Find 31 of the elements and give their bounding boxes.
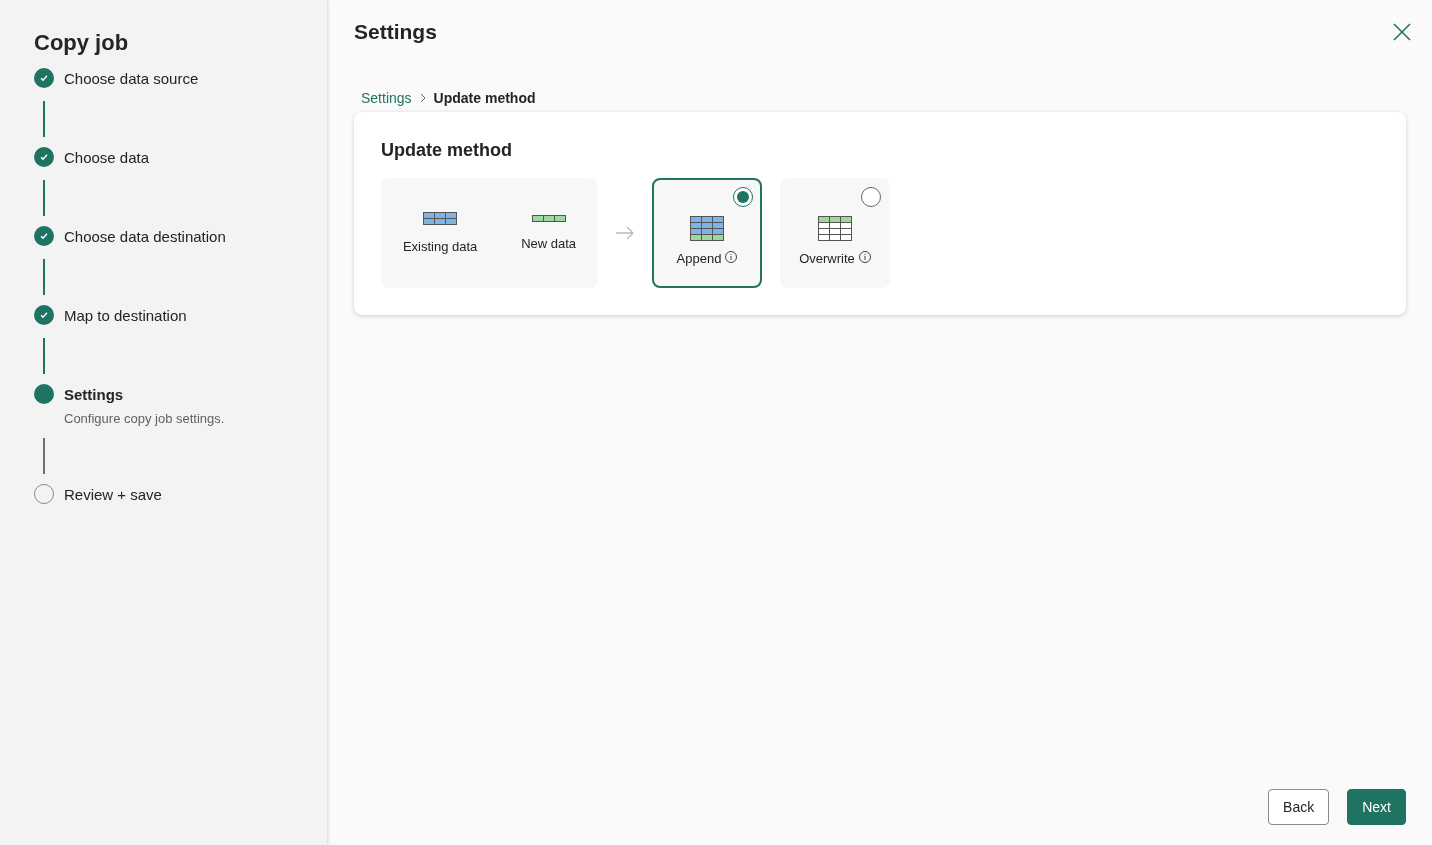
option-tile[interactable]: Append [652, 178, 762, 288]
step-label: Choose data [64, 148, 150, 168]
existing-table-icon [423, 212, 458, 225]
info-icon[interactable] [725, 251, 738, 263]
sidebar-title: Copy job [34, 30, 130, 56]
next-button[interactable]: Next [1347, 789, 1406, 825]
step-label: Settings [64, 385, 125, 405]
page-title: Settings [354, 20, 437, 44]
option-label: Append [676, 251, 722, 266]
card-title: Update method [381, 140, 513, 161]
option-tile[interactable]: Overwrite [780, 178, 890, 288]
close-icon [1392, 22, 1412, 42]
breadcrumb-link[interactable]: Settings [361, 90, 412, 106]
option-label: Overwrite [799, 251, 855, 266]
step-label: Review + save [64, 485, 162, 505]
step-label: Choose data destination [64, 227, 226, 247]
chevron-right-icon [419, 93, 426, 103]
step-label: Map to destination [64, 306, 187, 326]
legend-label: Existing data [402, 239, 478, 254]
append-table-icon [690, 216, 724, 241]
step-description: Configure copy job settings. [64, 411, 225, 426]
info-icon[interactable] [858, 251, 871, 263]
overwrite-table-icon [818, 216, 852, 241]
legend-label: New data [521, 236, 577, 251]
back-button[interactable]: Back [1268, 789, 1330, 825]
arrow-right-icon [615, 226, 635, 240]
breadcrumb-link[interactable]: Update method [433, 90, 536, 106]
step-label: Choose data source [64, 69, 199, 89]
radio-button[interactable] [733, 187, 753, 207]
new-rows-icon [531, 215, 566, 222]
radio-button[interactable] [861, 187, 881, 207]
